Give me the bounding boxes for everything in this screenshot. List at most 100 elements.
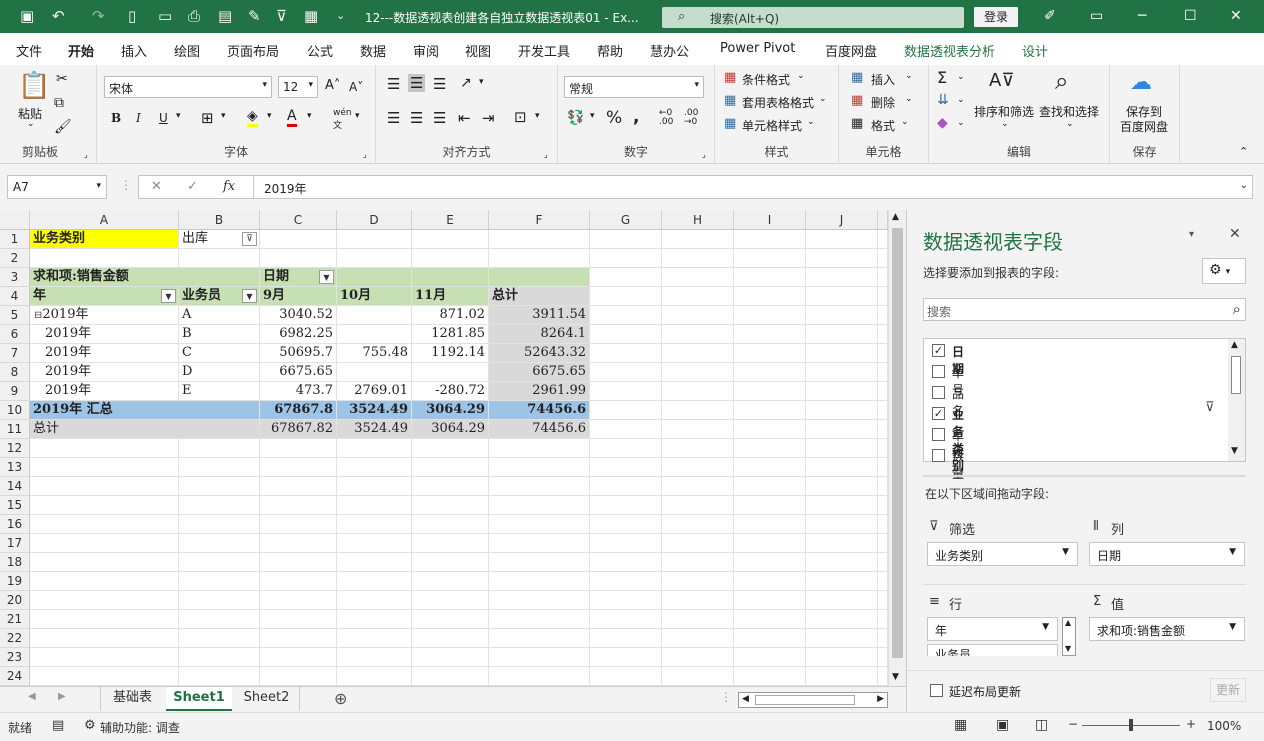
row-header[interactable]: 22 xyxy=(0,629,30,648)
row-header[interactable]: 14 xyxy=(0,477,30,496)
empty-cell[interactable] xyxy=(30,534,179,553)
empty-cell[interactable] xyxy=(412,439,489,458)
empty-cell[interactable] xyxy=(806,477,878,496)
header-fill-cell[interactable] xyxy=(489,268,590,287)
empty-cell[interactable] xyxy=(489,667,590,686)
expand-formula-icon[interactable]: ⌄ xyxy=(1240,180,1248,191)
value-cell[interactable]: 473.7 xyxy=(260,382,337,401)
row-total-cell[interactable]: 2961.99 xyxy=(489,382,590,401)
empty-cell[interactable] xyxy=(734,287,806,306)
format-painter-icon[interactable]: 🖌 xyxy=(54,119,72,135)
empty-cell[interactable] xyxy=(590,439,662,458)
empty-cell[interactable] xyxy=(734,648,806,667)
empty-cell[interactable] xyxy=(878,610,888,629)
empty-cell[interactable] xyxy=(734,268,806,287)
empty-cell[interactable] xyxy=(806,268,878,287)
empty-cell[interactable] xyxy=(590,325,662,344)
empty-cell[interactable] xyxy=(590,496,662,515)
empty-cell[interactable] xyxy=(878,591,888,610)
align-middle-icon[interactable]: ☰ xyxy=(408,74,426,92)
empty-cell[interactable] xyxy=(412,458,489,477)
empty-cell[interactable] xyxy=(179,648,260,667)
field-search-input[interactable]: 搜索 ⌕ xyxy=(923,298,1246,321)
new-file-icon[interactable]: ▯ xyxy=(128,7,136,25)
empty-cell[interactable] xyxy=(260,610,337,629)
row-header[interactable]: 8 xyxy=(0,363,30,382)
empty-cell[interactable] xyxy=(734,439,806,458)
empty-cell[interactable] xyxy=(30,648,179,667)
empty-cell[interactable] xyxy=(590,363,662,382)
tab-review[interactable]: 审阅 xyxy=(413,41,439,60)
autosum-dropdown-icon[interactable]: ⌄ xyxy=(957,72,965,82)
clipboard-launcher-icon[interactable]: ⌟ xyxy=(84,150,88,159)
empty-cell[interactable] xyxy=(179,591,260,610)
empty-cell[interactable] xyxy=(260,515,337,534)
column-header-j[interactable]: J xyxy=(806,210,878,230)
value-cell[interactable]: 6675.65 xyxy=(260,363,337,382)
empty-cell[interactable] xyxy=(806,648,878,667)
year-field-dropdown[interactable]: ▼ xyxy=(161,289,176,303)
value-cell[interactable] xyxy=(412,363,489,382)
value-cell[interactable] xyxy=(337,363,412,382)
empty-cell[interactable] xyxy=(179,667,260,686)
format-cells-button[interactable]: 格式 xyxy=(871,117,895,134)
empty-cell[interactable] xyxy=(662,534,734,553)
empty-cell[interactable] xyxy=(806,591,878,610)
row-header[interactable]: 9 xyxy=(0,382,30,401)
scroll-down-icon[interactable]: ▼ xyxy=(1231,446,1238,456)
row-header[interactable]: 5 xyxy=(0,306,30,325)
paste-dropdown-icon[interactable]: ⌄ xyxy=(27,119,35,129)
empty-cell[interactable] xyxy=(179,553,260,572)
copy-icon[interactable]: ⧉ xyxy=(54,95,64,111)
empty-cell[interactable] xyxy=(734,515,806,534)
empty-cell[interactable] xyxy=(806,382,878,401)
empty-cell[interactable] xyxy=(337,667,412,686)
empty-cell[interactable] xyxy=(30,515,179,534)
empty-cell[interactable] xyxy=(489,591,590,610)
value-cell[interactable]: 3040.52 xyxy=(260,306,337,325)
empty-cell[interactable] xyxy=(806,610,878,629)
table-format-button[interactable]: 套用表格格式 xyxy=(742,94,814,111)
empty-cell[interactable] xyxy=(412,610,489,629)
empty-cell[interactable] xyxy=(662,477,734,496)
align-top-icon[interactable]: ☰ xyxy=(387,75,400,93)
empty-cell[interactable] xyxy=(260,553,337,572)
empty-cell[interactable] xyxy=(806,572,878,591)
doc-icon[interactable]: ▤ xyxy=(218,7,232,25)
empty-cell[interactable] xyxy=(806,344,878,363)
checkbox-checked-icon[interactable]: ✓ xyxy=(932,344,945,357)
autosum-icon[interactable]: Σ xyxy=(937,68,947,87)
vertical-scroll-thumb[interactable] xyxy=(892,228,903,658)
empty-cell[interactable] xyxy=(734,325,806,344)
empty-cell[interactable] xyxy=(337,553,412,572)
empty-cell[interactable] xyxy=(412,496,489,515)
month-header[interactable]: 11月 xyxy=(412,287,489,306)
person-cell[interactable]: A xyxy=(179,306,260,325)
empty-cell[interactable] xyxy=(806,629,878,648)
empty-cell[interactable] xyxy=(734,401,806,420)
empty-cell[interactable] xyxy=(590,268,662,287)
empty-cell[interactable] xyxy=(734,458,806,477)
empty-cell[interactable] xyxy=(878,382,888,401)
empty-cell[interactable] xyxy=(590,287,662,306)
empty-cell[interactable] xyxy=(260,439,337,458)
empty-cell[interactable] xyxy=(878,306,888,325)
filter-field-label[interactable]: 业务类别 xyxy=(30,230,179,249)
empty-cell[interactable] xyxy=(489,572,590,591)
conditional-format-icon[interactable]: ▦ xyxy=(724,70,736,85)
empty-cell[interactable] xyxy=(734,629,806,648)
empty-cell[interactable] xyxy=(30,572,179,591)
scroll-down-icon[interactable]: ▼ xyxy=(892,672,899,682)
empty-cell[interactable] xyxy=(734,230,806,249)
empty-cell[interactable] xyxy=(734,496,806,515)
grand-total-header[interactable]: 总计 xyxy=(489,287,590,306)
merge-center-icon[interactable]: ⊡ xyxy=(514,108,527,126)
person-field-dropdown[interactable]: ▼ xyxy=(242,289,257,303)
page-break-view-icon[interactable]: ◫ xyxy=(1035,717,1048,733)
month-header[interactable]: 10月 xyxy=(337,287,412,306)
empty-cell[interactable] xyxy=(662,287,734,306)
minimize-icon[interactable]: ─ xyxy=(1138,8,1146,24)
value-cell[interactable]: -280.72 xyxy=(412,382,489,401)
empty-cell[interactable] xyxy=(590,344,662,363)
tab-draw[interactable]: 绘图 xyxy=(174,41,200,60)
